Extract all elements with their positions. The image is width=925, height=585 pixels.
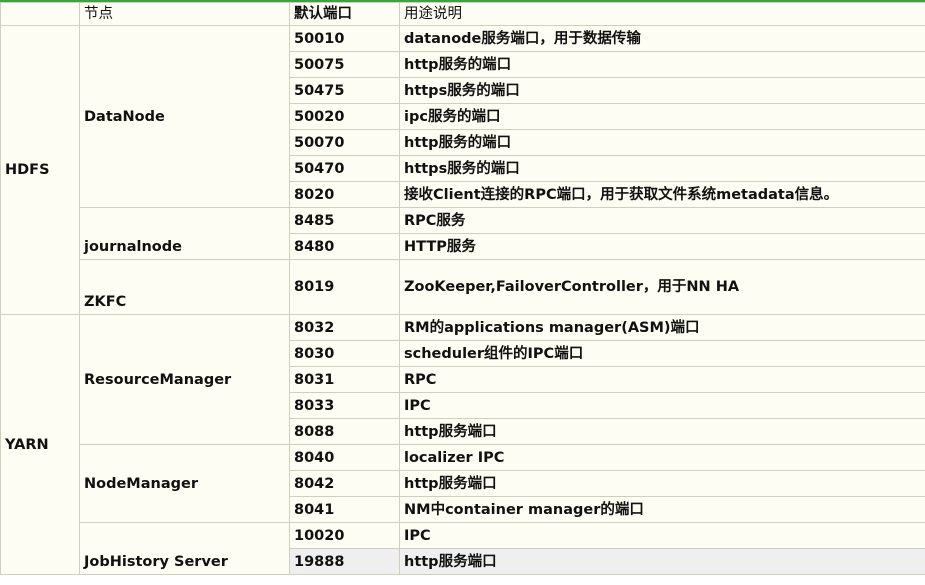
desc-cell: http服务端口 <box>399 548 925 575</box>
port-cell: 8031 <box>289 366 400 393</box>
port-cell: 50010 <box>289 25 400 52</box>
desc-cell: datanode服务端口，用于数据传输 <box>399 25 925 52</box>
port-cell: 50475 <box>289 77 400 104</box>
port-cell: 8041 <box>289 496 400 523</box>
desc-cell: https服务的端口 <box>399 155 925 182</box>
port-cell: 8485 <box>289 207 400 234</box>
hadoop-ports-table: 节点 默认端口 用途说明 HDFS DataNode 50010 datanod… <box>0 2 925 575</box>
port-cell: 8030 <box>289 340 400 367</box>
desc-cell: ZooKeeper,FailoverController，用于NN HA <box>399 259 925 315</box>
table-row: journalnode 8485 RPC服务 <box>1 207 925 260</box>
desc-cell: 接收Client连接的RPC端口，用于获取文件系统metadata信息。 <box>399 181 925 208</box>
header-row: 节点 默认端口 用途说明 <box>0 2 925 26</box>
desc-cell: IPC <box>399 392 925 419</box>
desc-cell: scheduler组件的IPC端口 <box>399 340 925 367</box>
port-cell: 8020 <box>289 181 400 208</box>
desc-cell: http服务的端口 <box>399 129 925 156</box>
desc-cell: ipc服务的端口 <box>399 103 925 130</box>
port-cell: 8019 <box>289 259 400 315</box>
port-cell: 50070 <box>289 129 400 156</box>
node-cell-nodemanager: NodeManager <box>79 444 290 523</box>
port-cell: 8042 <box>289 470 400 497</box>
desc-cell: RPC <box>399 366 925 393</box>
desc-cell: http服务的端口 <box>399 51 925 78</box>
table-row: ZKFC 8019 ZooKeeper,FailoverController，用… <box>1 259 925 315</box>
header-service <box>0 2 80 26</box>
desc-cell: https服务的端口 <box>399 77 925 104</box>
service-cell-hdfs: HDFS <box>0 25 80 315</box>
desc-cell: http服务端口 <box>399 418 925 445</box>
node-cell-resourcemanager: ResourceManager <box>79 314 290 445</box>
header-node: 节点 <box>79 2 290 26</box>
desc-cell: HTTP服务 <box>399 233 925 260</box>
port-cell: 19888 <box>289 548 400 575</box>
port-cell: 10020 <box>289 522 400 549</box>
node-cell-zkfc: ZKFC <box>79 259 290 315</box>
node-cell-jobhistory-server: JobHistory Server <box>79 522 290 575</box>
desc-cell: RPC服务 <box>399 207 925 234</box>
table-row: JobHistory Server 10020 IPC <box>1 522 925 575</box>
header-desc: 用途说明 <box>399 2 925 26</box>
port-cell: 50020 <box>289 103 400 130</box>
desc-cell: IPC <box>399 522 925 549</box>
table-row: YARN ResourceManager 8032 RM的application… <box>0 314 925 575</box>
port-cell: 50075 <box>289 51 400 78</box>
port-cell: 8033 <box>289 392 400 419</box>
table-row: HDFS DataNode 50010 datanode服务端口，用于数据传输 <box>0 25 925 315</box>
desc-cell: RM的applications manager(ASM)端口 <box>399 314 925 341</box>
port-cell: 8088 <box>289 418 400 445</box>
node-cell-datanode: DataNode <box>79 25 290 208</box>
table-row: NodeManager 8040 localizer IPC <box>1 444 925 523</box>
header-port: 默认端口 <box>289 2 400 26</box>
port-cell: 8480 <box>289 233 400 260</box>
service-cell-yarn: YARN <box>0 314 80 575</box>
port-cell: 50470 <box>289 155 400 182</box>
port-cell: 8040 <box>289 444 400 471</box>
desc-cell: localizer IPC <box>399 444 925 471</box>
port-cell: 8032 <box>289 314 400 341</box>
desc-cell: NM中container manager的端口 <box>399 496 925 523</box>
node-cell-journalnode: journalnode <box>79 207 290 260</box>
desc-cell: http服务端口 <box>399 470 925 497</box>
